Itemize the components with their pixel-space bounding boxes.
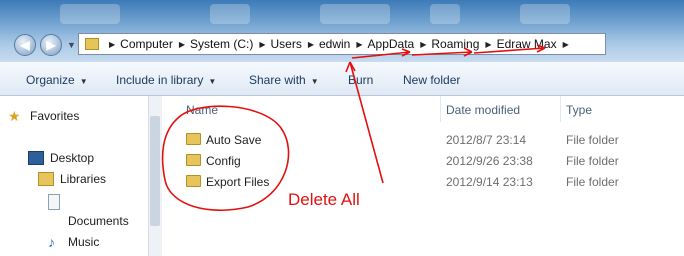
star-icon: ★ [8, 108, 21, 124]
file-row[interactable]: Config 2012/9/26 23:38 File folder [162, 151, 684, 173]
column-header-type[interactable]: Type [566, 103, 592, 117]
chevron-right-icon: ▶ [356, 39, 363, 49]
file-date: 2012/9/14 23:13 [446, 175, 533, 189]
folder-icon [186, 154, 201, 166]
document-icon [48, 194, 60, 210]
blurred-taskbar-item [60, 4, 120, 24]
blurred-taskbar-item [430, 4, 460, 24]
chevron-right-icon: ▶ [307, 39, 314, 49]
breadcrumb-appdata[interactable]: ▶ AppData [350, 37, 414, 51]
folder-icon [186, 175, 201, 187]
file-row[interactable]: Auto Save 2012/8/7 23:14 File folder [162, 130, 684, 152]
documents-library-icon [48, 194, 66, 210]
folder-icon [85, 38, 99, 50]
chevron-right-icon: ▶ [259, 39, 266, 49]
file-type: File folder [566, 175, 619, 189]
breadcrumb-edwin[interactable]: ▶ edwin [302, 37, 351, 51]
organize-button[interactable]: Organize ▼ [26, 73, 88, 87]
nav-item-desktop[interactable]: Desktop [28, 151, 94, 165]
column-separator [560, 96, 561, 122]
breadcrumb-edraw-max[interactable]: ▶ Edraw Max [479, 37, 556, 51]
breadcrumb-system-c[interactable]: ▶ System (C:) [173, 37, 254, 51]
nav-item-music[interactable]: ♪ Music [48, 235, 99, 249]
burn-button[interactable]: Burn [348, 73, 373, 87]
column-separator [440, 96, 441, 122]
blurred-taskbar-item [210, 4, 250, 24]
column-header-name[interactable]: Name [186, 103, 218, 117]
share-with-button[interactable]: Share with ▼ [249, 73, 319, 87]
music-note-icon: ♪ [48, 234, 55, 250]
chevron-right-icon: ▶ [562, 39, 569, 49]
chevron-right-icon: ▶ [420, 39, 427, 49]
nav-pane-scroll-thumb[interactable] [150, 116, 160, 226]
file-name: Auto Save [206, 133, 262, 147]
forward-button[interactable]: ▶ [40, 34, 62, 56]
back-arrow-icon: ◀ [20, 38, 30, 52]
command-toolbar: Organize ▼ Include in library ▼ Share with… [0, 62, 684, 96]
delete-all-annotation: Delete All [288, 190, 360, 209]
new-folder-button[interactable]: New folder [403, 73, 460, 87]
breadcrumb-users[interactable]: ▶ Users [253, 37, 302, 51]
nav-item-libraries[interactable]: Libraries [38, 172, 106, 186]
navigation-pane: ★ Favorites Desktop Libraries Documents … [0, 96, 148, 256]
chevron-right-icon: ▶ [109, 39, 116, 49]
blurred-taskbar-item [520, 4, 570, 24]
dropdown-arrow-icon: ▼ [208, 77, 217, 86]
folder-icon [186, 133, 201, 145]
chevron-right-icon: ▶ [178, 39, 185, 49]
nav-item-favorites[interactable]: ★ Favorites [8, 109, 79, 123]
dropdown-arrow-icon: ▼ [79, 77, 88, 86]
file-date: 2012/8/7 23:14 [446, 133, 527, 147]
chevron-right-icon: ▶ [485, 39, 492, 49]
back-button[interactable]: ◀ [14, 34, 36, 56]
file-date: 2012/9/26 23:38 [446, 154, 533, 168]
dropdown-arrow-icon: ▼ [310, 77, 319, 86]
column-header-date-modified[interactable]: Date modified [446, 103, 520, 117]
breadcrumb-subfolders[interactable]: ▶ [557, 40, 574, 49]
file-name: Export Files [206, 175, 270, 189]
address-bar[interactable]: ▶ Computer ▶ System (C:) ▶ Users ▶ edwin ▶ Ap… [78, 33, 606, 55]
file-type: File folder [566, 133, 619, 147]
forward-arrow-icon: ▶ [46, 38, 56, 52]
include-in-library-button[interactable]: Include in library ▼ [116, 73, 216, 87]
nav-item-documents[interactable]: Documents [48, 214, 129, 228]
recent-pages-dropdown-icon[interactable]: ▼ [67, 40, 76, 50]
libraries-icon [38, 172, 54, 186]
file-name: Config [206, 154, 241, 168]
breadcrumb-roaming[interactable]: ▶ Roaming [414, 37, 479, 51]
blurred-taskbar-item [320, 4, 390, 24]
file-list: Name Date modified Type Auto Save 2012/8… [162, 96, 684, 256]
desktop-icon [28, 151, 44, 165]
file-row[interactable]: Export Files 2012/9/14 23:13 File folder [162, 172, 684, 194]
file-type: File folder [566, 154, 619, 168]
breadcrumb-computer[interactable]: ▶ Computer [103, 37, 173, 51]
